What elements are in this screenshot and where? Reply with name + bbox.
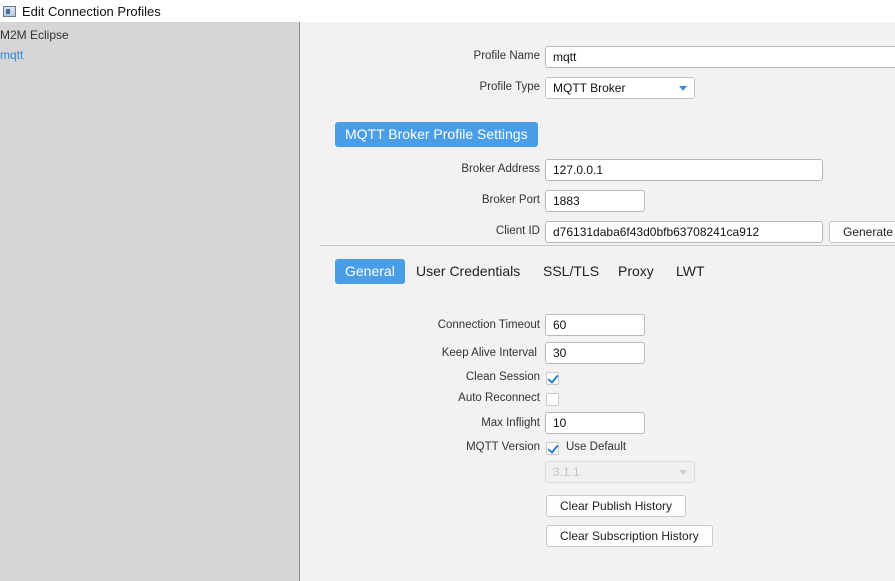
profile-name-label: Profile Name [473, 50, 540, 62]
chevron-down-icon [679, 470, 687, 475]
connection-timeout-input[interactable]: 60 [545, 314, 645, 336]
tree-root-m2m-eclipse[interactable]: M2M Eclipse [0, 28, 69, 42]
mqtt-version-select: 3.1.1 [545, 461, 695, 483]
window-app-icon [3, 5, 16, 17]
checkmark-icon [547, 372, 559, 384]
auto-reconnect-label: Auto Reconnect [458, 392, 540, 404]
client-id-label: Client ID [495, 225, 540, 237]
tab-general[interactable]: General [335, 259, 405, 284]
section-divider [320, 245, 895, 246]
title-bar: Edit Connection Profiles [0, 0, 895, 22]
broker-port-input[interactable]: 1883 [545, 190, 645, 212]
tab-proxy[interactable]: Proxy [608, 259, 664, 284]
chevron-down-icon [679, 86, 687, 91]
window-title: Edit Connection Profiles [22, 3, 161, 19]
broker-address-input[interactable]: 127.0.0.1 [545, 159, 823, 181]
tab-ssl-tls[interactable]: SSL/TLS [533, 259, 609, 284]
keep-alive-interval-input[interactable]: 30 [545, 342, 645, 364]
tab-lwt[interactable]: LWT [666, 259, 715, 284]
generate-client-id-button[interactable]: Generate [829, 221, 895, 243]
clear-publish-history-button[interactable]: Clear Publish History [546, 495, 687, 517]
broker-settings-section-title: MQTT Broker Profile Settings [335, 122, 538, 147]
profile-name-input[interactable]: mqtt [545, 46, 895, 68]
client-id-input[interactable]: d76131daba6f43d0bfb63708241ca912 [545, 221, 823, 243]
clear-subscription-history-button[interactable]: Clear Subscription History [546, 525, 713, 547]
keep-alive-interval-label: Keep Alive Interval [441, 347, 537, 359]
checkmark-icon [547, 442, 559, 454]
profile-type-value: MQTT Broker [553, 81, 626, 95]
broker-port-label: Broker Port [481, 194, 540, 206]
clean-session-checkbox[interactable] [546, 372, 559, 385]
use-default-checkbox[interactable] [546, 442, 559, 455]
tree-item-mqtt[interactable]: mqtt [0, 48, 23, 62]
profile-tree-sidebar: M2M Eclipse mqtt [0, 22, 300, 581]
connection-timeout-label: Connection Timeout [437, 319, 540, 331]
mqtt-version-value: 3.1.1 [553, 465, 580, 479]
mqtt-version-label: MQTT Version [466, 441, 540, 453]
profile-type-select[interactable]: MQTT Broker [545, 77, 695, 99]
auto-reconnect-checkbox[interactable] [546, 393, 559, 406]
max-inflight-label: Max Inflight [481, 417, 540, 429]
broker-address-label: Broker Address [461, 163, 540, 175]
profile-settings-panel: Profile Name mqtt Profile Type MQTT Brok… [300, 22, 895, 581]
clean-session-label: Clean Session [465, 371, 540, 383]
max-inflight-input[interactable]: 10 [545, 412, 645, 434]
use-default-label: Use Default [566, 441, 627, 453]
tab-user-credentials[interactable]: User Credentials [406, 259, 530, 284]
profile-type-label: Profile Type [479, 81, 540, 93]
